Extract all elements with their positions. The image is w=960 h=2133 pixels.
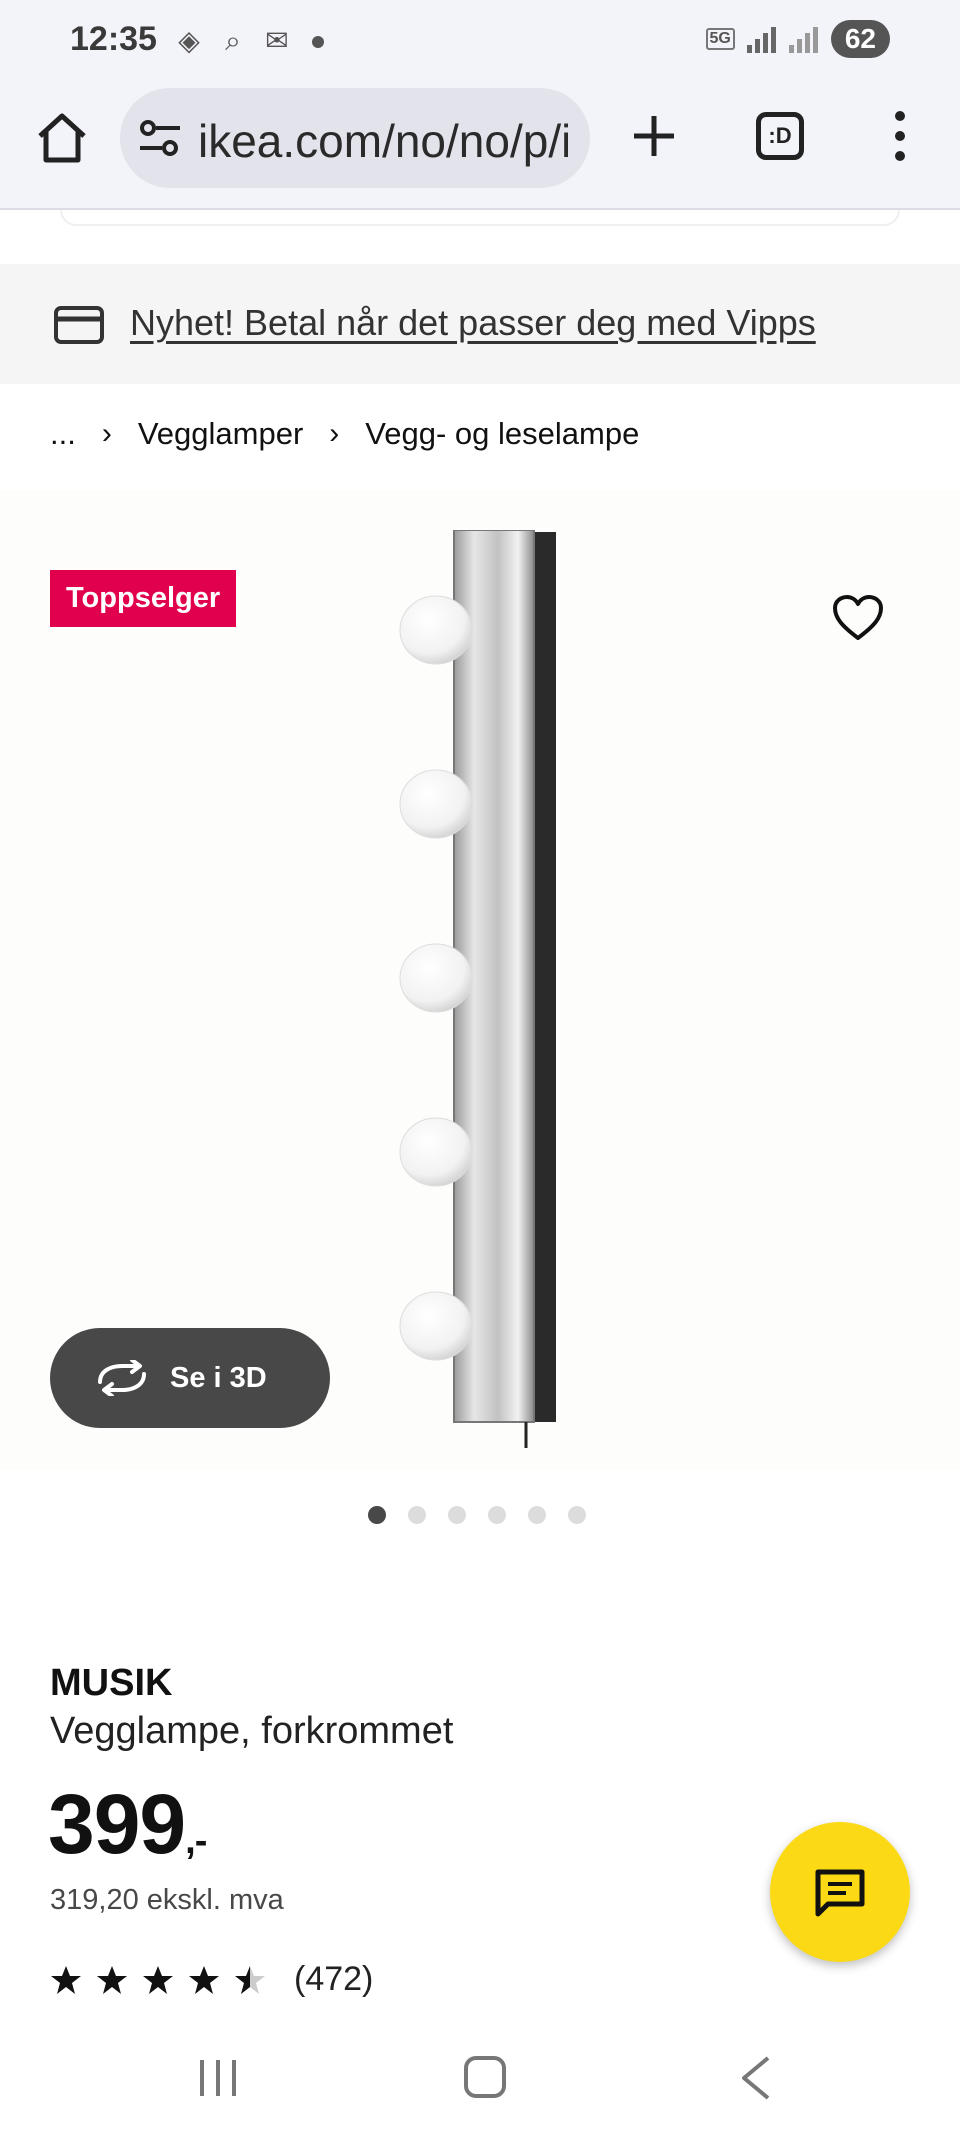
back-icon[interactable] — [738, 2056, 774, 2100]
url-text[interactable]: ikea.com/no/no/p/i — [198, 114, 568, 168]
star-half-icon — [235, 1965, 265, 1994]
top-seller-badge: Toppselger — [50, 570, 237, 627]
notification-icons: ◈ ⌕ ✉ — [172, 24, 294, 58]
product-rating[interactable]: (472) — [50, 1960, 373, 1999]
site-settings-icon[interactable] — [138, 118, 182, 158]
vipps-promo-link[interactable]: Nyhet! Betal når det passer deg med Vipp… — [130, 302, 816, 344]
review-count[interactable]: (472) — [294, 1960, 373, 1999]
price-value: 399 — [48, 1777, 186, 1871]
status-right: 5G 62 — [705, 20, 890, 58]
status-time: 12:35 — [70, 20, 157, 58]
breadcrumb-ellipsis[interactable]: ... — [50, 416, 76, 452]
product-description: Vegglampe, forkrommet — [50, 1710, 454, 1752]
gallery-dot[interactable] — [448, 1506, 466, 1524]
home-icon[interactable] — [34, 110, 90, 166]
star-icon — [143, 1965, 173, 1994]
home-button[interactable] — [464, 2056, 506, 2098]
search-icon: ⌕ — [225, 25, 241, 56]
browser-toolbar: ikea.com/no/no/p/i :D — [0, 82, 960, 210]
credit-card-icon — [54, 306, 104, 344]
signal-icon-2 — [788, 25, 819, 53]
more-menu-icon[interactable] — [880, 108, 920, 164]
product-gallery[interactable]: Toppselger Se i 3D — [0, 490, 960, 1470]
gallery-dot[interactable] — [488, 1506, 506, 1524]
favorite-heart-icon[interactable] — [832, 594, 884, 642]
product-price: 399,- — [48, 1776, 207, 1873]
tab-switcher-button[interactable]: :D — [756, 112, 804, 160]
battery-indicator: 62 — [830, 20, 890, 58]
more-notifications-dot — [312, 36, 324, 48]
gallery-dot[interactable] — [568, 1506, 586, 1524]
status-bar: 12:35 ◈ ⌕ ✉ 5G 62 — [0, 0, 960, 82]
price-excl-vat: 319,20 ekskl. mva — [50, 1884, 284, 1916]
system-nav-bar — [0, 2030, 960, 2133]
recent-apps-icon[interactable] — [196, 2058, 240, 2098]
gallery-dot[interactable] — [368, 1506, 386, 1524]
chat-bubble-icon — [815, 1869, 865, 1917]
app-icon: ◈ — [178, 25, 200, 56]
gallery-dot[interactable] — [528, 1506, 546, 1524]
rotate-3d-icon — [98, 1360, 146, 1396]
breadcrumb-item-vegglamper[interactable]: Vegglamper — [138, 416, 303, 452]
price-suffix: ,- — [185, 1820, 207, 1862]
signal-icon — [746, 25, 777, 53]
product-image-lamp — [399, 530, 556, 1448]
star-icon — [97, 1965, 127, 1994]
breadcrumb-item-vegg-og-leselampe[interactable]: Vegg- og leselampe — [365, 416, 639, 452]
gmail-icon: ✉ — [265, 25, 289, 56]
breadcrumb: ... › Vegglamper › Vegg- og leselampe — [50, 416, 639, 452]
rating-stars — [50, 1964, 266, 1996]
network-badge: 5G — [705, 28, 735, 50]
star-icon — [189, 1965, 219, 1994]
see-in-3d-label: Se i 3D — [170, 1362, 267, 1394]
gallery-pagination — [368, 1506, 586, 1524]
chevron-right-icon: › — [329, 417, 340, 450]
see-in-3d-button[interactable]: Se i 3D — [50, 1328, 330, 1428]
chevron-right-icon: › — [101, 417, 112, 450]
promo-banner: Nyhet! Betal når det passer deg med Vipp… — [0, 264, 960, 384]
chat-button[interactable] — [770, 1822, 910, 1962]
new-tab-icon[interactable] — [626, 108, 682, 164]
search-box-edge — [60, 210, 900, 226]
star-icon — [51, 1965, 81, 1994]
address-bar[interactable]: ikea.com/no/no/p/i — [120, 88, 590, 188]
product-brand: MUSIK — [50, 1662, 173, 1704]
gallery-dot[interactable] — [408, 1506, 426, 1524]
